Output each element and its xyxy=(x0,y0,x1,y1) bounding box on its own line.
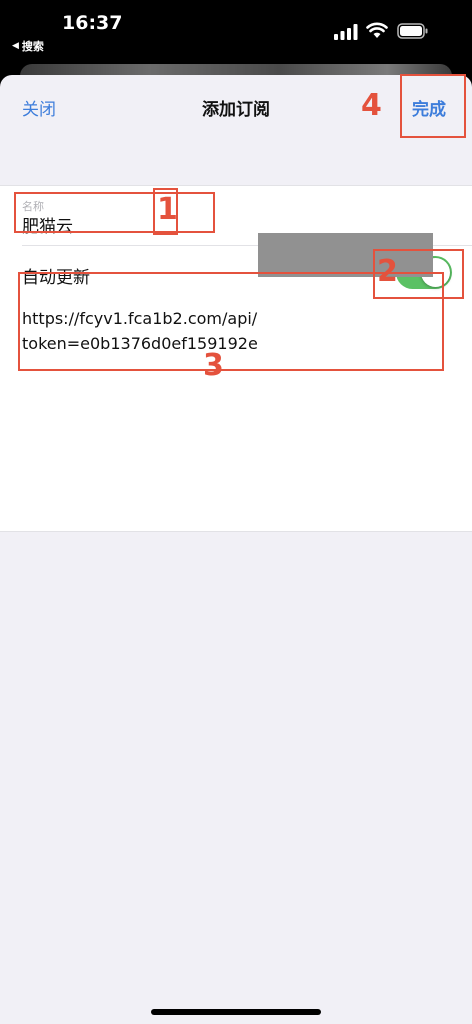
status-time: 16:37 xyxy=(62,12,123,34)
wifi-icon xyxy=(366,22,388,38)
back-to-app-link[interactable]: ◀ 搜索 xyxy=(12,38,44,54)
annotation-number-4: 4 xyxy=(361,88,382,123)
annotation-box-done xyxy=(400,74,466,138)
status-bar: 16:37 ◀ 搜索 xyxy=(0,0,472,70)
annotation-box-name xyxy=(14,192,215,233)
annotation-number-3: 3 xyxy=(203,348,224,383)
back-arrow-icon: ◀ xyxy=(12,41,19,51)
annotation-box-url xyxy=(18,272,444,371)
screen: 16:37 ◀ 搜索 关闭 添加订阅 完成 名称 肥猫云 自动更新 https:… xyxy=(0,0,472,1024)
battery-icon xyxy=(397,23,428,39)
back-to-app-label: 搜索 xyxy=(21,40,44,53)
home-indicator[interactable] xyxy=(151,1009,321,1015)
annotation-number-1: 1 xyxy=(157,192,178,227)
cellular-signal-icon xyxy=(334,24,358,40)
